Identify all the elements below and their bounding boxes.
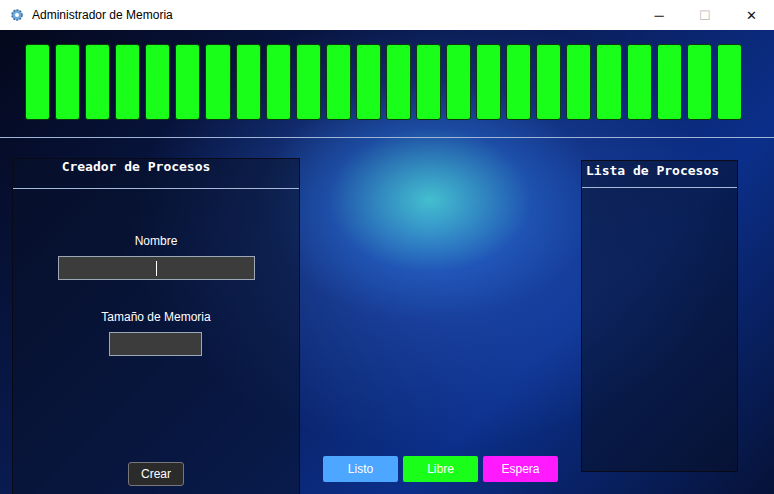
- memory-strip: [0, 44, 774, 120]
- memory-block: [687, 44, 712, 120]
- legend-item[interactable]: Espera: [483, 456, 558, 482]
- process-list[interactable]: [582, 188, 737, 471]
- panel-title: Creador de Procesos: [13, 159, 299, 189]
- memory-block: [717, 44, 742, 120]
- window-title: Administrador de Memoria: [32, 8, 636, 22]
- gear-icon: [10, 8, 24, 22]
- create-button[interactable]: Crear: [128, 462, 184, 486]
- memory-block: [55, 44, 80, 120]
- memory-block: [536, 44, 561, 120]
- panel-title: Lista de Procesos: [582, 161, 737, 188]
- memory-block: [356, 44, 381, 120]
- memory-block: [566, 44, 591, 120]
- window-control[interactable]: ─: [636, 8, 682, 23]
- field-label: Tamaño de Memoria: [101, 310, 210, 324]
- legend-item[interactable]: Listo: [323, 456, 398, 482]
- memory-block: [506, 44, 531, 120]
- memory-block: [326, 44, 351, 120]
- memory-block: [25, 44, 50, 120]
- memory-block: [296, 44, 321, 120]
- memory-block: [627, 44, 652, 120]
- memory-block: [416, 44, 441, 120]
- window-control[interactable]: ☐: [682, 8, 728, 23]
- window-control[interactable]: ✕: [728, 8, 774, 23]
- text-input[interactable]: [109, 332, 202, 356]
- memory-block: [657, 44, 682, 120]
- memory-block: [386, 44, 411, 120]
- memory-block: [446, 44, 471, 120]
- legend: ListoLibreEspera: [323, 456, 558, 482]
- memory-block: [205, 44, 230, 120]
- memory-block: [266, 44, 291, 120]
- legend-item[interactable]: Libre: [403, 456, 478, 482]
- memory-block: [476, 44, 501, 120]
- process-creator-panel: Creador de Procesos Nombre Tamaño de Mem…: [12, 158, 300, 494]
- main-area: Creador de Procesos Nombre Tamaño de Mem…: [0, 30, 774, 494]
- divider: [0, 137, 774, 138]
- field-label: Nombre: [135, 234, 178, 248]
- memory-block: [175, 44, 200, 120]
- title-bar: Administrador de Memoria ─☐✕: [0, 0, 774, 30]
- app-window: Administrador de Memoria ─☐✕ Creador de …: [0, 0, 774, 494]
- memory-block: [115, 44, 140, 120]
- memory-block: [596, 44, 621, 120]
- process-list-panel: Lista de Procesos: [581, 160, 738, 472]
- text-cursor: [156, 261, 157, 276]
- memory-block: [85, 44, 110, 120]
- memory-block: [236, 44, 261, 120]
- text-input[interactable]: [58, 256, 255, 280]
- memory-block: [145, 44, 170, 120]
